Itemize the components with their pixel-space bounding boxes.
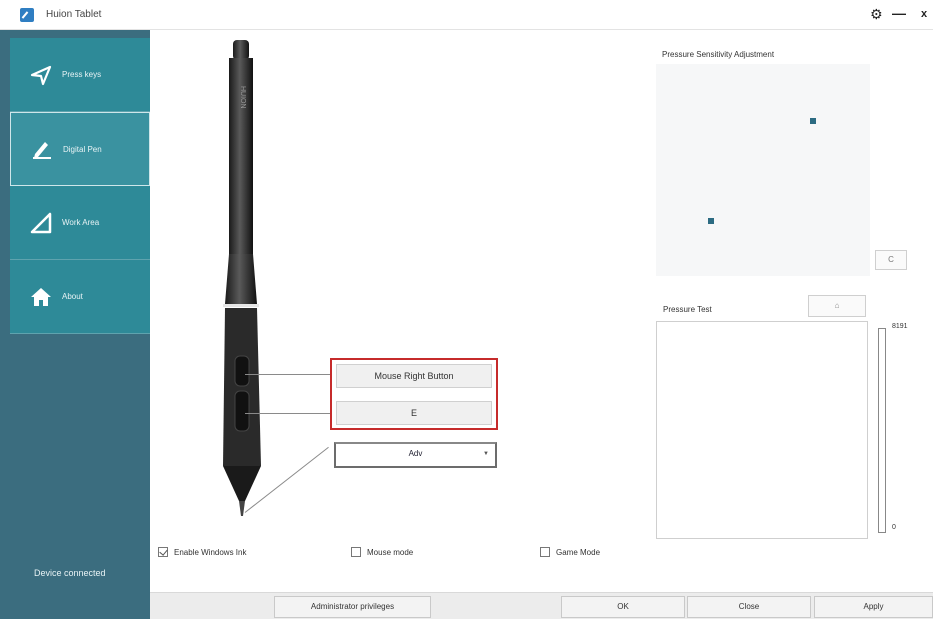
leader-line-lower <box>245 413 333 414</box>
chevron-down-icon: ▼ <box>483 451 489 457</box>
administrator-privileges-button[interactable]: Administrator privileges <box>274 596 431 618</box>
pressure-test-title: Pressure Test <box>663 305 712 314</box>
mouse-mode-checkbox[interactable]: Mouse mode <box>351 547 413 557</box>
clear-test-button[interactable]: ⌂ <box>808 295 866 317</box>
pen-icon <box>31 138 53 160</box>
curve-control-point[interactable] <box>810 118 816 124</box>
checkbox-unchecked[interactable] <box>351 547 361 557</box>
checkbox-unchecked[interactable] <box>540 547 550 557</box>
sidebar-item-work-area[interactable]: Work Area <box>10 186 150 260</box>
pen-tip-select-value: Adv <box>408 449 423 458</box>
minimize-button[interactable]: — <box>892 5 906 21</box>
upper-pen-button[interactable]: Mouse Right Button <box>336 364 492 388</box>
curve-control-point[interactable] <box>708 218 714 224</box>
pen-button-callout: Mouse Right Button E <box>330 358 498 430</box>
checkbox-label: Game Mode <box>556 547 601 557</box>
sidebar-item-label: Press keys <box>62 70 102 79</box>
sidebar: Press keys Digital Pen Work Area About D… <box>0 30 150 619</box>
paper-plane-icon <box>30 64 52 86</box>
checkbox-checked[interactable] <box>158 547 168 557</box>
triangle-ruler-icon <box>30 212 52 234</box>
checkbox-label: Mouse mode <box>367 547 414 557</box>
sidebar-item-digital-pen[interactable]: Digital Pen <box>10 112 150 186</box>
title-bar: Huion Tablet ⚙ — x <box>0 0 933 30</box>
ok-button[interactable]: OK <box>561 596 685 618</box>
window-title: Huion Tablet <box>46 9 102 20</box>
sidebar-item-about[interactable]: About <box>10 260 150 334</box>
reset-curve-button[interactable]: C <box>875 250 907 270</box>
pressure-max-label: 8191 <box>892 323 908 330</box>
settings-icon[interactable]: ⚙ <box>870 6 883 23</box>
pen-brand-text: HUION <box>239 86 246 109</box>
enable-windows-ink-checkbox[interactable]: Enable Windows Ink <box>158 547 246 557</box>
pen-illustration: HUION <box>183 36 273 536</box>
pressure-sensitivity-title: Pressure Sensitivity Adjustment <box>662 50 775 59</box>
pressure-level-bar <box>878 328 886 533</box>
sidebar-item-label: Digital Pen <box>63 144 102 154</box>
home-icon <box>30 286 52 308</box>
pressure-min-label: 0 <box>892 524 896 531</box>
pressure-test-canvas[interactable] <box>656 321 868 539</box>
lower-pen-button[interactable]: E <box>336 401 492 425</box>
checkbox-label: Enable Windows Ink <box>174 547 247 557</box>
sidebar-item-label: About <box>62 292 83 301</box>
close-window-button[interactable]: x <box>921 8 927 20</box>
pen-tip-select[interactable]: Adv ▼ <box>334 442 497 468</box>
device-status: Device connected <box>34 568 106 578</box>
sidebar-item-press-keys[interactable]: Press keys <box>10 38 150 112</box>
app-logo-icon <box>20 8 34 22</box>
sidebar-item-label: Work Area <box>62 218 100 227</box>
game-mode-checkbox[interactable]: Game Mode <box>540 547 600 557</box>
pressure-curve-canvas[interactable] <box>656 64 870 276</box>
close-button[interactable]: Close <box>687 596 811 618</box>
apply-button[interactable]: Apply <box>814 596 933 618</box>
leader-line-upper <box>245 374 333 375</box>
